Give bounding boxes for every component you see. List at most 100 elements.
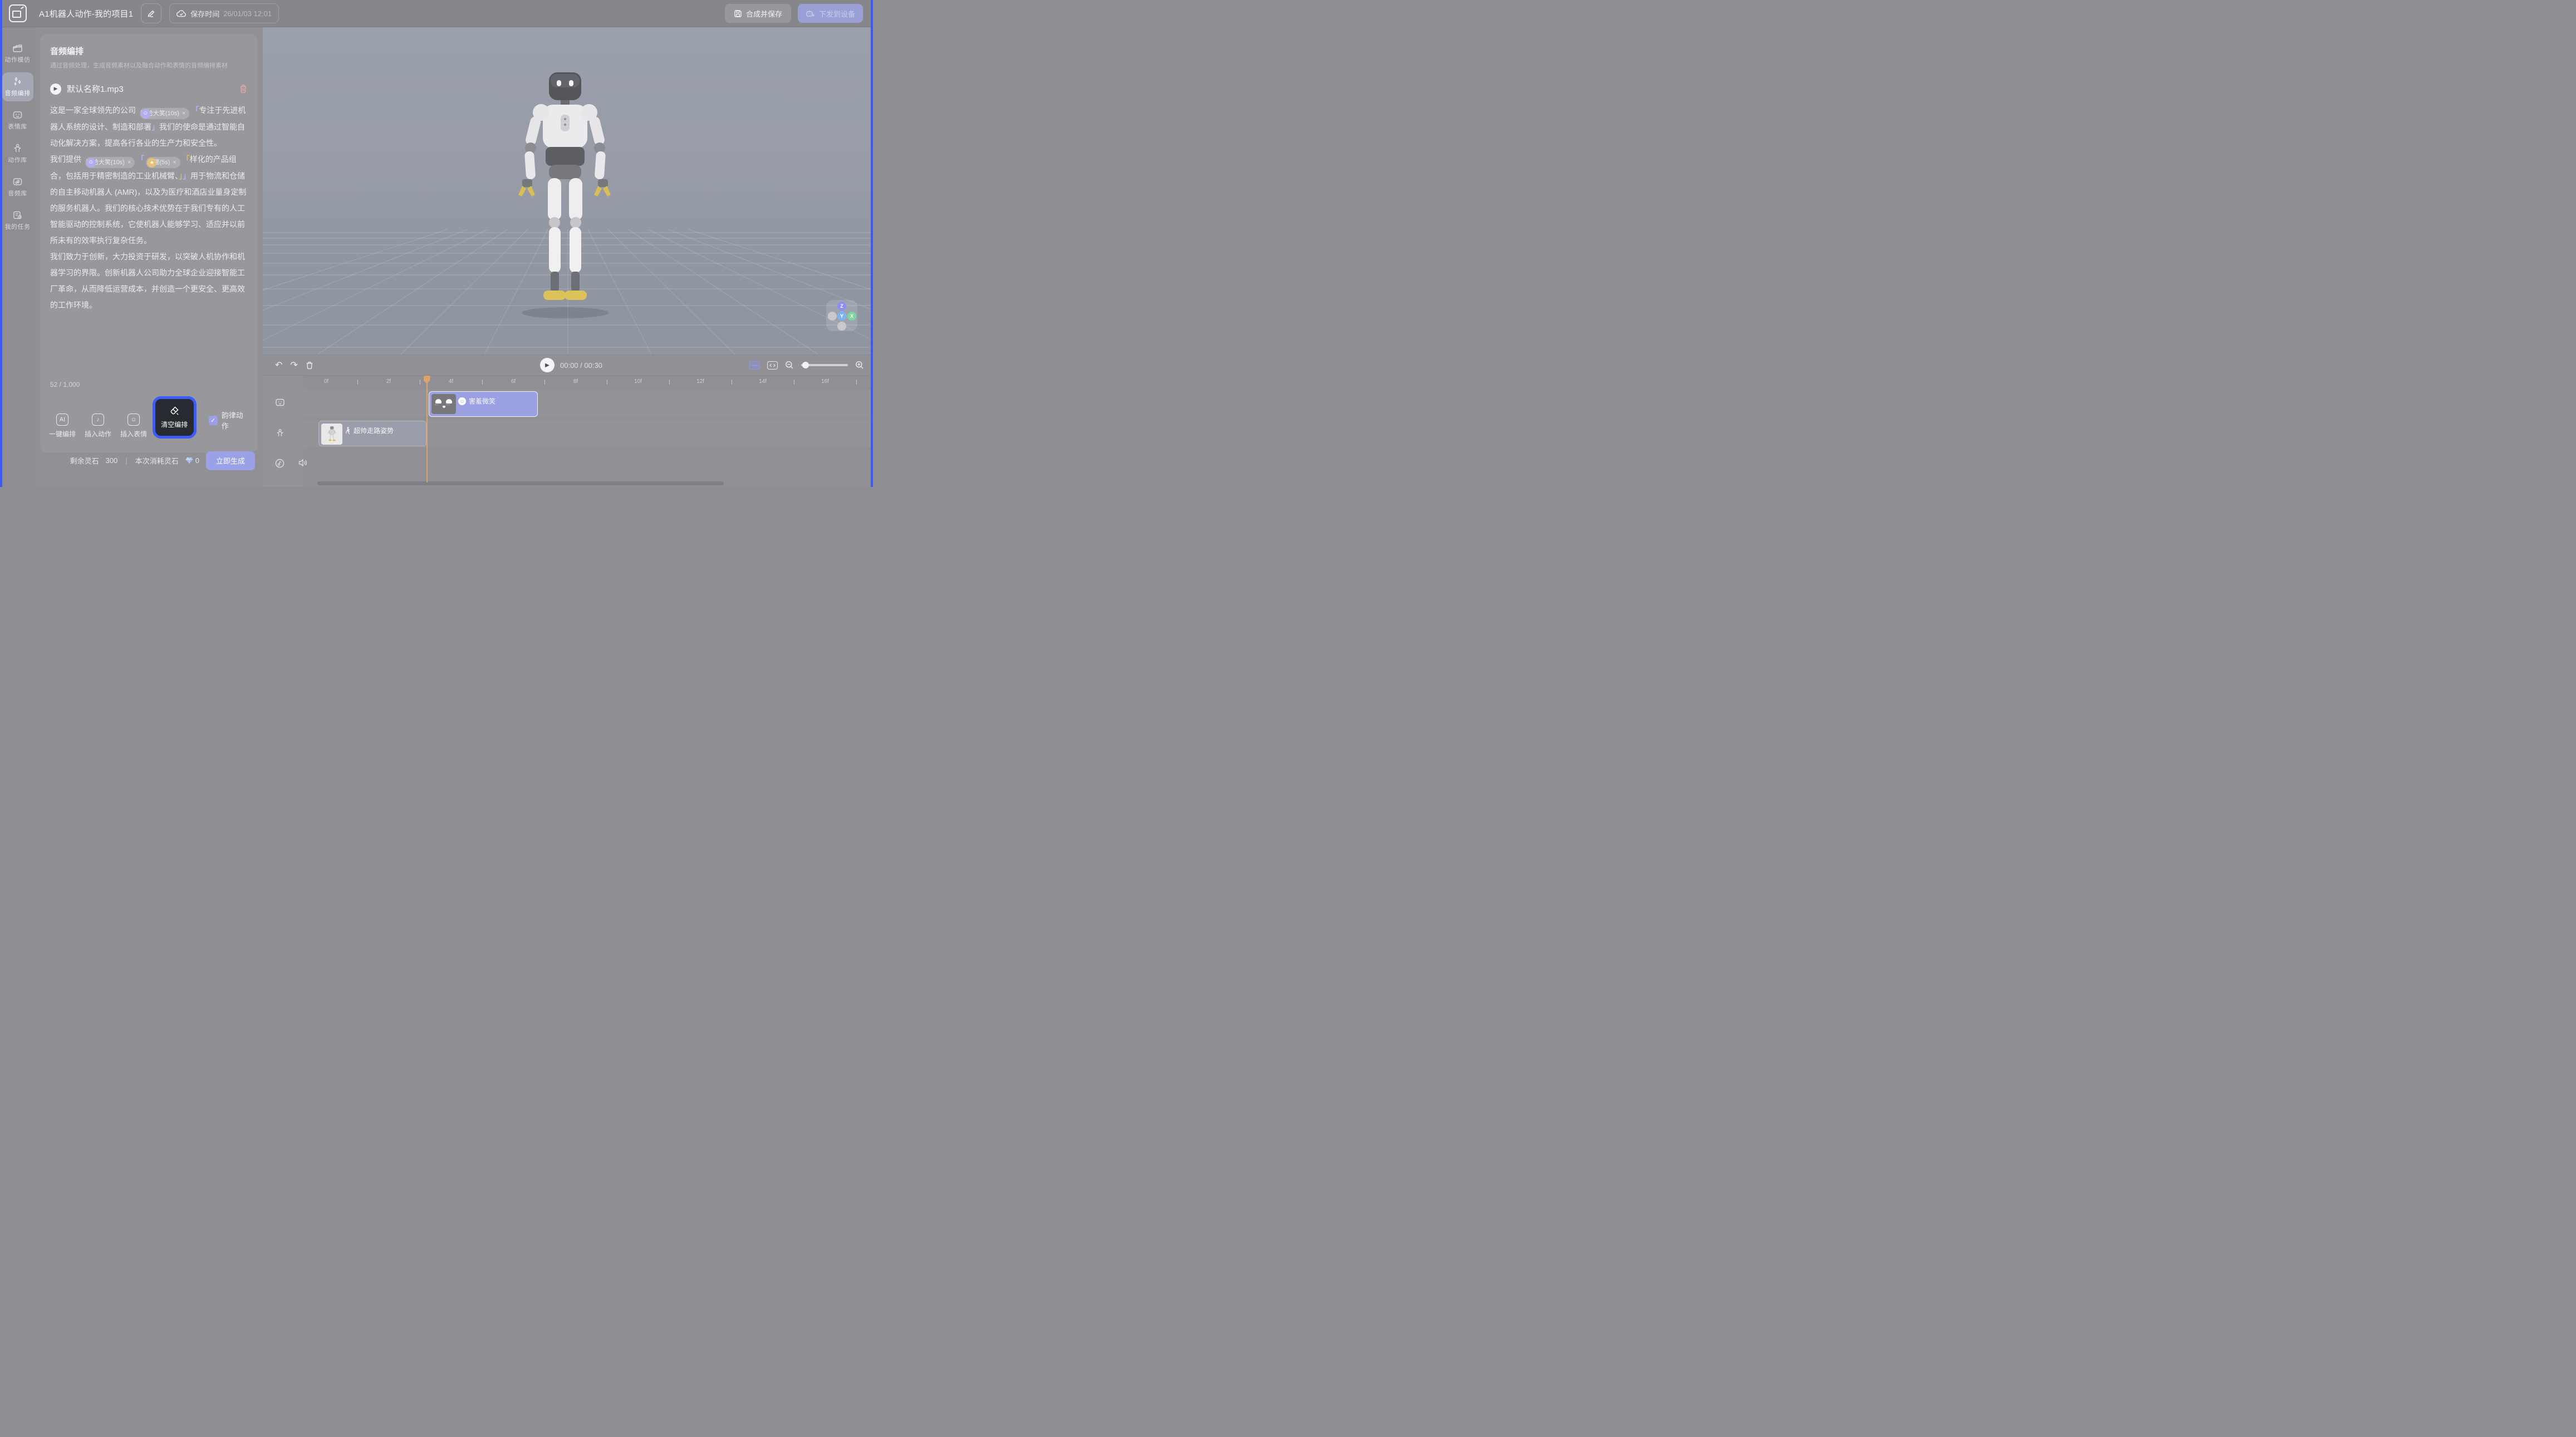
audio-arrange-panel: 音频编排 通过音频处理，生成音频素材以及融合动作和表情的音频编排素材 ▶ 默认名… xyxy=(35,27,263,487)
editor-text-run: 用于物流和仓储的自主移动机器人 (AMR)，以及为医疗和酒店业量身定制的服务机器… xyxy=(50,171,246,245)
timeline-horizontal-scrollbar[interactable] xyxy=(317,481,724,485)
ai-icon: AI xyxy=(56,414,68,426)
play-audio-button[interactable]: ▶ xyxy=(50,83,61,95)
sidebar-item-my-tasks[interactable]: 我的任务 xyxy=(2,206,33,235)
editor-text-run: 这是一家全球领先的公司 xyxy=(50,106,138,115)
action-tag[interactable]: ★弯腰(5s)× xyxy=(146,157,180,168)
clear-arrange-label: 清空编排 xyxy=(161,420,188,429)
ruler-label: 14f xyxy=(759,378,767,385)
remove-tag-icon[interactable]: × xyxy=(182,109,185,119)
playback-controls: ↶ ↷ ▶ 00:00 / 00:30 xyxy=(263,355,873,376)
audio-box-icon xyxy=(12,177,23,186)
action-track-icon xyxy=(276,429,284,437)
remaining-stones-label: 剩余灵石 xyxy=(70,455,99,466)
span-bracket: 」 xyxy=(151,122,159,131)
timeline[interactable]: 0f2f4f6f8f10f12f14f16f '''''' ☺ 害羞微笑 超帅走… xyxy=(263,376,873,487)
sidebar-item-action-library[interactable]: 动作库 xyxy=(2,139,33,168)
zoom-in-icon[interactable] xyxy=(855,361,864,370)
gizmo-axis-z[interactable]: Z xyxy=(837,302,846,311)
sidebar-item-motion-mimic[interactable]: 动作模仿 xyxy=(2,39,33,68)
expression-thumbnail: '''''' xyxy=(431,394,456,414)
expression-face-icon: ☺ xyxy=(141,109,150,119)
play-button[interactable]: ▶ xyxy=(540,358,555,372)
ruler-label: 10f xyxy=(634,378,642,385)
project-title: A1机器人动作-我的项目1 xyxy=(39,8,133,19)
zoom-out-icon[interactable] xyxy=(785,361,794,370)
panel-title: 音频编排 xyxy=(50,45,249,57)
left-nav: 动作模仿 音频编排 表情库 动作库 音频库 我的任务 xyxy=(0,27,35,487)
clapperboard-icon xyxy=(12,43,23,53)
save-disk-icon xyxy=(734,9,742,18)
walking-person-icon xyxy=(345,427,351,434)
ruler-tick xyxy=(357,380,358,385)
gizmo-axis-y[interactable]: Y xyxy=(837,312,846,321)
synthesize-save-button[interactable]: 合成并保存 xyxy=(725,4,791,23)
expression-tag[interactable]: ☺哈哈大笑(10s)× xyxy=(140,108,190,119)
gizmo-axis-neg-z[interactable] xyxy=(837,322,846,331)
synthesize-save-label: 合成并保存 xyxy=(746,8,782,19)
time-display: 00:00 / 00:30 xyxy=(560,361,602,370)
undo-icon[interactable]: ↶ xyxy=(275,360,282,371)
sidebar-item-audio-arrange[interactable]: 音频编排 xyxy=(2,72,33,101)
cloud-check-icon xyxy=(176,9,187,17)
track-header-column xyxy=(263,376,303,487)
person-icon xyxy=(13,144,22,153)
editor-actions-row: AI 一键编排 ♪ 插入动作 ☺ 插入表情 清空编排 ✓ 韵律动作 xyxy=(49,396,249,439)
top-bar: A1机器人动作-我的项目1 保存时间 26/01/03 12:01 合成并保存 … xyxy=(0,0,873,27)
timeline-zoom-slider[interactable] xyxy=(801,364,848,366)
expression-track-icon xyxy=(275,398,285,407)
checkbox-checked-icon[interactable]: ✓ xyxy=(209,416,218,425)
audio-file-row: ▶ 默认名称1.mp3 xyxy=(49,83,249,95)
gem-cost: 0 xyxy=(185,456,199,465)
footer-divider: | xyxy=(125,456,127,465)
action-clip[interactable]: 超帅走路姿势 xyxy=(318,421,426,446)
remove-tag-icon[interactable]: × xyxy=(173,158,176,168)
ruler-label: 16f xyxy=(821,378,829,385)
view-gizmo[interactable]: Z Y X xyxy=(826,300,857,331)
ruler-label: 12f xyxy=(696,378,704,385)
deploy-to-device-label: 下发到设备 xyxy=(819,8,855,19)
ruler-label: 8f xyxy=(573,378,578,385)
speaker-icon[interactable] xyxy=(298,459,307,467)
rhythm-motion-toggle[interactable]: ✓ 韵律动作 xyxy=(209,410,249,431)
save-status: 保存时间 26/01/03 12:01 xyxy=(169,3,279,23)
span-bracket: 「 xyxy=(191,106,199,115)
screen-border-right xyxy=(871,0,873,487)
zoom-slider-knob[interactable] xyxy=(802,362,809,368)
audio-file-name: 默认名称1.mp3 xyxy=(67,83,124,95)
redo-icon[interactable]: ↷ xyxy=(290,360,297,371)
expression-track-row[interactable] xyxy=(303,390,873,417)
fit-timeline-icon[interactable] xyxy=(767,361,778,370)
sidebar-item-label: 动作库 xyxy=(8,155,27,164)
scene-viewport[interactable]: Z Y X xyxy=(263,27,873,355)
ruler-label: 6f xyxy=(511,378,516,385)
ruler-tick xyxy=(856,380,857,385)
audio-track-row[interactable] xyxy=(303,450,873,478)
remove-tag-icon[interactable]: × xyxy=(127,158,131,168)
sidebar-item-audio-library[interactable]: 音频库 xyxy=(2,173,33,201)
deploy-to-device-button[interactable]: 下发到设备 xyxy=(798,4,863,23)
editor-text[interactable]: 这是一家全球领先的公司 ☺哈哈大笑(10s)×「专注于先进机器人系统的设计、制造… xyxy=(49,102,249,376)
sidebar-item-expression-library[interactable]: 表情库 xyxy=(2,106,33,135)
sidebar-item-label: 音频库 xyxy=(8,189,27,198)
sidebar-item-label: 动作模仿 xyxy=(5,55,31,64)
gizmo-axis-neg-x[interactable] xyxy=(828,312,837,321)
clear-arrange-button[interactable]: 清空编排 xyxy=(153,396,197,439)
expression-clip[interactable]: '''''' ☺ 害羞微笑 xyxy=(429,391,538,417)
delete-audio-icon[interactable] xyxy=(239,84,248,93)
span-bracket: 「 xyxy=(136,155,144,164)
generate-now-button[interactable]: 立即生成 xyxy=(206,451,255,470)
snap-toggle-icon[interactable] xyxy=(749,361,760,370)
rename-project-button[interactable] xyxy=(141,3,161,23)
expression-tag[interactable]: ☺哈哈大笑(10s)× xyxy=(85,157,135,168)
ruler-label: 0f xyxy=(324,378,328,385)
gizmo-axis-x[interactable]: X xyxy=(847,312,856,321)
ruler-label: 2f xyxy=(386,378,391,385)
timeline-ruler[interactable]: 0f2f4f6f8f10f12f14f16f xyxy=(263,376,873,390)
playhead[interactable] xyxy=(426,376,428,483)
panel-subtitle: 通过音频处理，生成音频素材以及融合动作和表情的音频编排素材 xyxy=(50,61,249,70)
action-clip-label: 超帅走路姿势 xyxy=(354,426,394,435)
pencil-icon xyxy=(147,9,155,18)
emoji-face-icon: ☺ xyxy=(458,397,466,405)
delete-clip-icon[interactable] xyxy=(306,361,313,370)
